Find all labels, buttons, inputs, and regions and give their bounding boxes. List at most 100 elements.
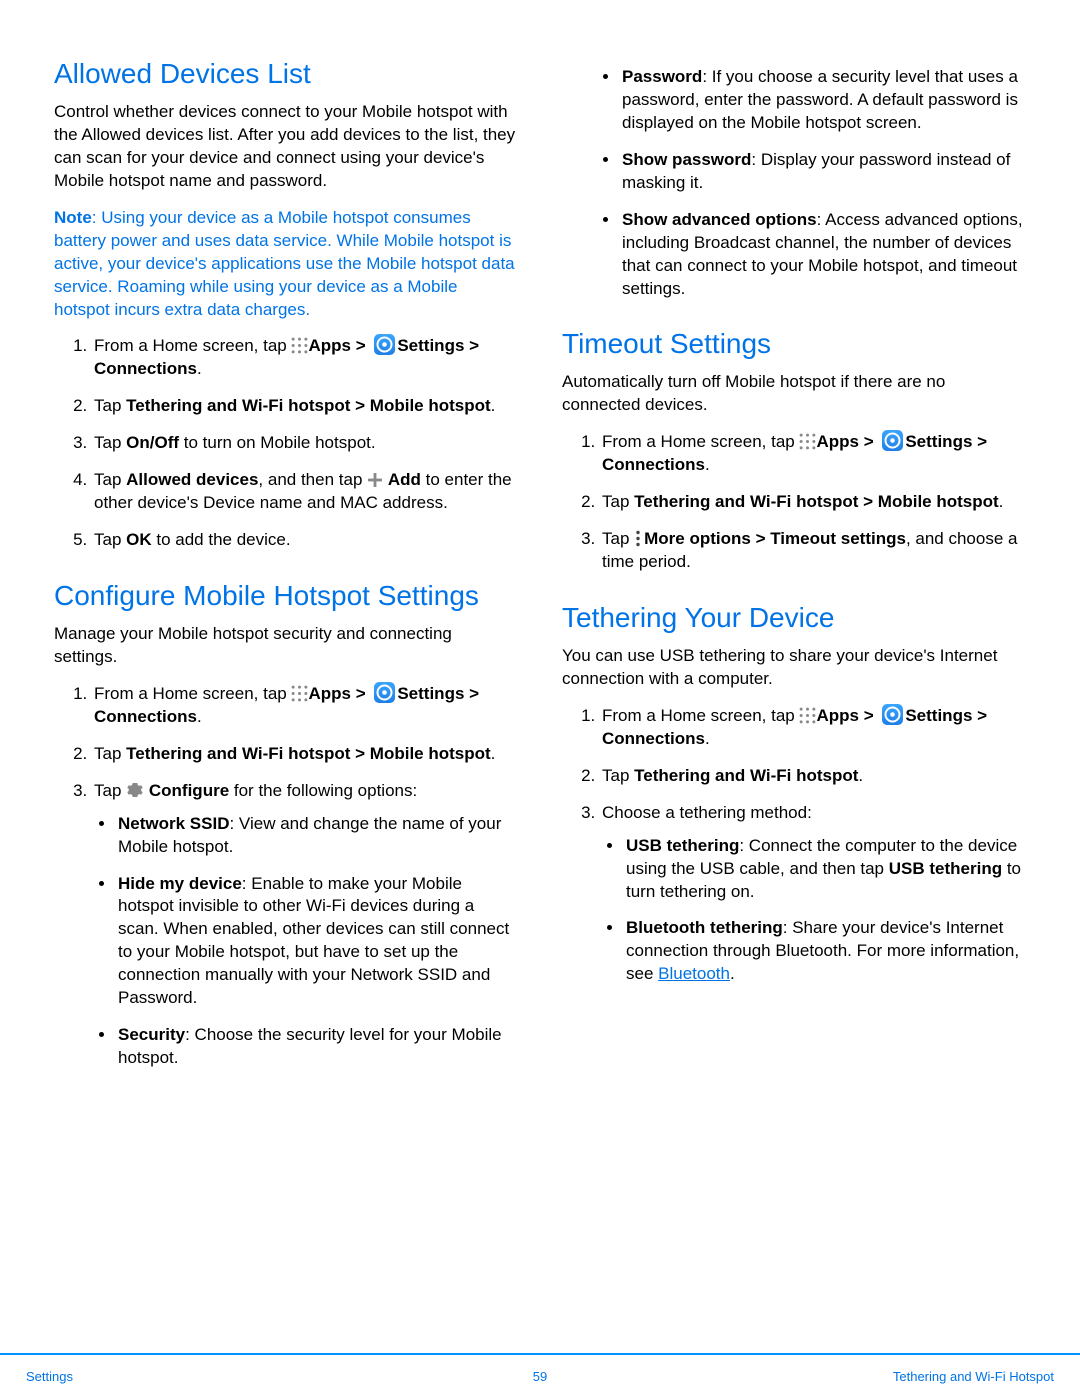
text: , and then tap	[258, 470, 367, 489]
configure-step-2: Tap Tethering and Wi-Fi hotspot > Mobile…	[92, 743, 516, 766]
allowed-note: Note: Using your device as a Mobile hots…	[54, 207, 516, 322]
bold: Configure	[149, 781, 229, 800]
timeout-steps: From a Home screen, tap Apps > Settings …	[562, 431, 1024, 574]
bold: Password	[622, 67, 702, 86]
text: to add the device.	[152, 530, 291, 549]
text: .	[705, 729, 710, 748]
text: Choose a tethering method:	[602, 803, 812, 822]
configure-step-3: Tap Configure for the following options:…	[92, 780, 516, 1070]
text: Tap	[94, 470, 126, 489]
bold: Show password	[622, 150, 751, 169]
settings-icon	[374, 682, 395, 703]
configure-steps: From a Home screen, tap Apps > Settings …	[54, 683, 516, 1070]
bold: Tethering and Wi-Fi hotspot > Mobile hot…	[126, 744, 491, 763]
settings-icon	[882, 704, 903, 725]
text: Tap	[602, 492, 634, 511]
timeout-step-1: From a Home screen, tap Apps > Settings …	[600, 431, 1024, 477]
tethering-step-3: Choose a tethering method: USB tethering…	[600, 802, 1024, 987]
text: .	[730, 964, 735, 983]
footer-left: Settings	[26, 1369, 73, 1384]
configure-intro: Manage your Mobile hotspot security and …	[54, 623, 516, 669]
bold: Security	[118, 1025, 185, 1044]
more-options-icon	[634, 530, 642, 547]
configure-options: Network SSID: View and change the name o…	[94, 813, 516, 1070]
opt-password: Password: If you choose a security level…	[620, 66, 1024, 135]
tethering-heading: Tethering Your Device	[562, 600, 1024, 635]
text: From a Home screen, tap	[94, 336, 291, 355]
bold: Hide my device	[118, 874, 242, 893]
bold: Allowed devices	[126, 470, 258, 489]
text: .	[491, 744, 496, 763]
settings-icon	[374, 334, 395, 355]
bold: Bluetooth tethering	[626, 918, 783, 937]
allowed-step-4: Tap Allowed devices, and then tap Add to…	[92, 469, 516, 515]
timeout-section: Timeout Settings Automatically turn off …	[562, 326, 1024, 574]
text: From a Home screen, tap	[602, 706, 799, 725]
bold: USB tethering	[626, 836, 739, 855]
text: : Enable to make your Mobile hotspot inv…	[118, 874, 509, 1008]
apps-icon	[291, 685, 308, 702]
text: .	[858, 766, 863, 785]
footer-page-number: 59	[533, 1369, 547, 1384]
allowed-steps: From a Home screen, tap Apps > Settings …	[54, 335, 516, 552]
footer-right: Tethering and Wi-Fi Hotspot	[893, 1369, 1054, 1384]
tethering-step-2: Tap Tethering and Wi-Fi hotspot.	[600, 765, 1024, 788]
bold: More options > Timeout settings	[644, 529, 906, 548]
opt-ssid: Network SSID: View and change the name o…	[116, 813, 516, 859]
configure-section: Configure Mobile Hotspot Settings Manage…	[54, 578, 516, 1070]
text: Tap	[94, 433, 126, 452]
allowed-step-1: From a Home screen, tap Apps > Settings …	[92, 335, 516, 381]
page-footer: Settings 59 Tethering and Wi-Fi Hotspot	[0, 1353, 1080, 1397]
text: .	[197, 707, 202, 726]
opt-bluetooth: Bluetooth tethering: Share your device's…	[624, 917, 1024, 986]
timeout-intro: Automatically turn off Mobile hotspot if…	[562, 371, 1024, 417]
opt-advanced: Show advanced options: Access advanced o…	[620, 209, 1024, 301]
bluetooth-link[interactable]: Bluetooth	[658, 964, 730, 983]
allowed-step-3: Tap On/Off to turn on Mobile hotspot.	[92, 432, 516, 455]
apps-label: Apps >	[308, 336, 370, 355]
note-label: Note	[54, 208, 92, 227]
opt-usb: USB tethering: Connect the computer to t…	[624, 835, 1024, 904]
apps-icon	[799, 707, 816, 724]
allowed-intro: Control whether devices connect to your …	[54, 101, 516, 193]
bold: USB tethering	[889, 859, 1002, 878]
right-column: Password: If you choose a security level…	[562, 56, 1024, 1096]
opt-hide: Hide my device: Enable to make your Mobi…	[116, 873, 516, 1011]
plus-icon	[367, 472, 383, 488]
text: Tap	[94, 530, 126, 549]
settings-icon	[882, 430, 903, 451]
timeout-heading: Timeout Settings	[562, 326, 1024, 361]
apps-icon	[291, 337, 308, 354]
text: Tap	[94, 744, 126, 763]
configure-options-cont: Password: If you choose a security level…	[562, 66, 1024, 300]
left-column: Allowed Devices List Control whether dev…	[54, 56, 516, 1096]
text: .	[705, 455, 710, 474]
bold: Tethering and Wi-Fi hotspot	[634, 766, 858, 785]
apps-label: Apps >	[816, 706, 878, 725]
text: Tap	[94, 396, 126, 415]
bold: Add	[388, 470, 421, 489]
allowed-step-5: Tap OK to add the device.	[92, 529, 516, 552]
bold: Network SSID	[118, 814, 229, 833]
tethering-steps: From a Home screen, tap Apps > Settings …	[562, 705, 1024, 986]
allowed-step-2: Tap Tethering and Wi-Fi hotspot > Mobile…	[92, 395, 516, 418]
opt-show-password: Show password: Display your password ins…	[620, 149, 1024, 195]
allowed-heading: Allowed Devices List	[54, 56, 516, 91]
opt-security: Security: Choose the security level for …	[116, 1024, 516, 1070]
configure-heading: Configure Mobile Hotspot Settings	[54, 578, 516, 613]
configure-step-1: From a Home screen, tap Apps > Settings …	[92, 683, 516, 729]
bold: On/Off	[126, 433, 179, 452]
apps-icon	[799, 433, 816, 450]
text: From a Home screen, tap	[94, 684, 291, 703]
note-body: : Using your device as a Mobile hotspot …	[54, 208, 515, 319]
bold: OK	[126, 530, 152, 549]
manual-page: Allowed Devices List Control whether dev…	[0, 0, 1080, 1397]
text: .	[999, 492, 1004, 511]
text: to turn on Mobile hotspot.	[179, 433, 376, 452]
allowed-devices-section: Allowed Devices List Control whether dev…	[54, 56, 516, 552]
tethering-step-1: From a Home screen, tap Apps > Settings …	[600, 705, 1024, 751]
text: Tap	[94, 781, 126, 800]
timeout-step-2: Tap Tethering and Wi-Fi hotspot > Mobile…	[600, 491, 1024, 514]
text: Tap	[602, 766, 634, 785]
text: .	[197, 359, 202, 378]
